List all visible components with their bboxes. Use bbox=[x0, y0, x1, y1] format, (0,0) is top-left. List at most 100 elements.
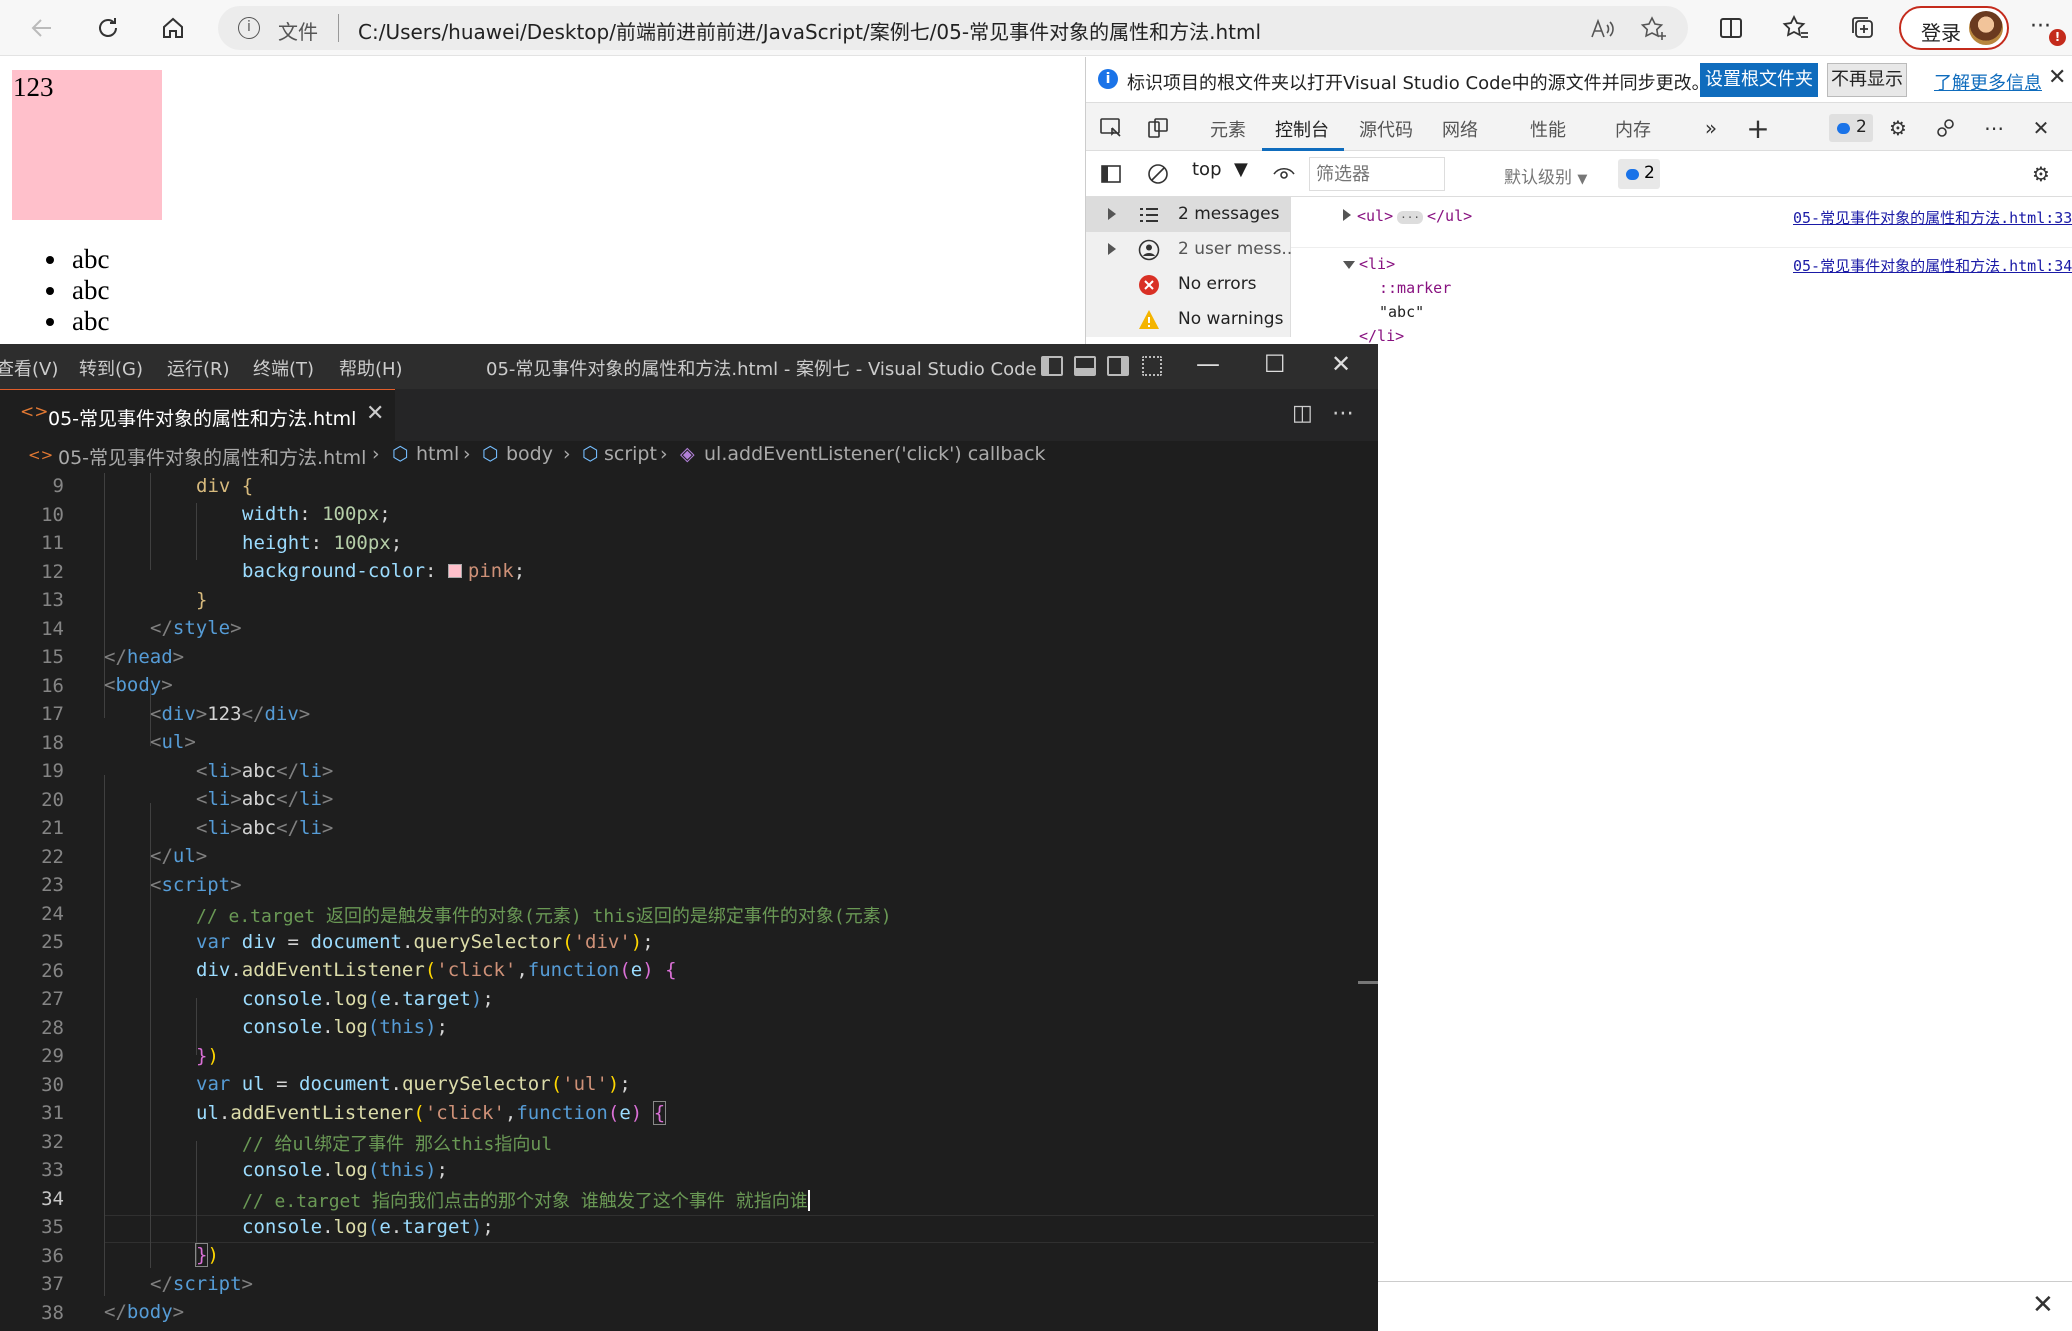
tab-performance[interactable]: 性能 bbox=[1530, 116, 1566, 142]
context-select[interactable]: top ▼ bbox=[1192, 159, 1258, 189]
minimize-icon[interactable]: — bbox=[1196, 350, 1220, 378]
filter-input[interactable] bbox=[1309, 157, 1445, 191]
favorite-add-icon[interactable] bbox=[1640, 15, 1668, 43]
tab-console[interactable]: 控制台 bbox=[1275, 116, 1329, 142]
editor-tab[interactable]: <> 05-常见事件对象的属性和方法.html ✕ bbox=[0, 389, 395, 441]
collapse-arrow-icon[interactable] bbox=[1343, 261, 1355, 269]
collections-icon[interactable] bbox=[1843, 8, 1883, 48]
more-options-icon[interactable]: ⋯ bbox=[1979, 113, 2009, 143]
expand-arrow-icon[interactable] bbox=[1108, 243, 1116, 255]
sidebar-item-warnings[interactable]: No warnings bbox=[1086, 302, 1291, 337]
sidebar-item-user-messages[interactable]: 2 user mess... bbox=[1086, 232, 1291, 267]
code-line: <li>abc</li> bbox=[196, 788, 334, 810]
tab-elements[interactable]: 元素 bbox=[1210, 116, 1246, 142]
scrollbar-indicator[interactable] bbox=[1358, 981, 1378, 984]
breadcrumb-html[interactable]: html bbox=[416, 443, 459, 465]
page-list[interactable]: abc abc abc bbox=[45, 244, 109, 337]
clear-console-icon[interactable] bbox=[1143, 159, 1173, 189]
url-text[interactable]: C:/Users/huawei/Desktop/前端前进前前进/JavaScri… bbox=[358, 16, 1261, 45]
token: height bbox=[242, 532, 311, 554]
login-button[interactable]: 登录 bbox=[1899, 6, 2009, 50]
token: li bbox=[299, 788, 322, 810]
close-icon[interactable]: ✕ bbox=[2048, 65, 2066, 90]
color-swatch[interactable] bbox=[447, 564, 462, 578]
toggle-sidebar-icon[interactable] bbox=[1041, 356, 1063, 376]
info-icon[interactable]: i bbox=[238, 17, 260, 39]
favorites-icon[interactable] bbox=[1776, 8, 1816, 48]
code-line: <li>abc</li> bbox=[196, 817, 334, 839]
sidebar-item-label: No errors bbox=[1178, 274, 1257, 294]
expand-arrow-icon[interactable] bbox=[1343, 209, 1351, 221]
customize-layout-icon[interactable] bbox=[1142, 356, 1162, 376]
messages-badge[interactable]: 2 bbox=[1618, 159, 1660, 189]
back-icon[interactable] bbox=[22, 8, 62, 48]
pink-div[interactable]: 123 bbox=[12, 70, 162, 220]
element-icon: ⬡ bbox=[392, 443, 409, 465]
sidebar-item-errors[interactable]: No errors bbox=[1086, 267, 1291, 302]
more-actions-icon[interactable]: ⋯ bbox=[1332, 401, 1354, 426]
close-devtools-icon[interactable]: ✕ bbox=[2026, 113, 2056, 143]
token: document bbox=[310, 931, 402, 953]
close-window-icon[interactable]: ✕ bbox=[1331, 350, 1351, 378]
tab-network[interactable]: 网络 bbox=[1442, 116, 1478, 142]
split-screen-icon[interactable] bbox=[1711, 8, 1751, 48]
menu-run[interactable]: 运行(R) bbox=[167, 355, 230, 381]
connect-icon[interactable] bbox=[1931, 113, 1961, 143]
refresh-icon[interactable] bbox=[88, 8, 128, 48]
log-tag-open: <ul> bbox=[1357, 207, 1394, 225]
add-tab-icon[interactable]: + bbox=[1743, 112, 1773, 145]
line-number: 26 bbox=[41, 959, 64, 982]
set-root-folder-button[interactable]: 设置根文件夹 bbox=[1700, 63, 1818, 97]
read-aloud-icon[interactable] bbox=[1588, 15, 1616, 43]
breadcrumb-callback[interactable]: ul.addEventListener('click') callback bbox=[704, 443, 1046, 465]
close-drawer-icon[interactable]: ✕ bbox=[2032, 1290, 2054, 1320]
maximize-icon[interactable]: ☐ bbox=[1264, 350, 1286, 378]
sidebar-toggle-icon[interactable] bbox=[1096, 159, 1126, 189]
menu-goto[interactable]: 转到(G) bbox=[79, 355, 143, 381]
issues-badge[interactable]: 2 bbox=[1829, 114, 1873, 142]
breadcrumb-script[interactable]: script bbox=[604, 443, 657, 465]
chevron-right-icon: › bbox=[463, 443, 471, 465]
settings-icon[interactable]: ⚙ bbox=[1883, 113, 1913, 143]
log-entry-li[interactable]: <li> bbox=[1343, 255, 1395, 273]
console-sidebar: 2 messages 2 user mess... No errors No w… bbox=[1086, 197, 1291, 337]
expand-arrow-icon[interactable] bbox=[1108, 208, 1116, 220]
live-expression-icon[interactable] bbox=[1269, 159, 1299, 189]
toggle-panel-icon[interactable] bbox=[1074, 356, 1096, 376]
sidebar-item-messages[interactable]: 2 messages bbox=[1086, 197, 1291, 232]
menu-view[interactable]: 查看(V) bbox=[0, 355, 58, 381]
console-settings-icon[interactable]: ⚙ bbox=[2026, 159, 2056, 189]
source-link[interactable]: 05-常见事件对象的属性和方法.html:34 bbox=[1793, 255, 2072, 276]
list-item[interactable]: abc bbox=[45, 306, 109, 337]
token: 123 bbox=[207, 703, 242, 725]
home-icon[interactable] bbox=[153, 8, 193, 48]
list-item[interactable]: abc bbox=[45, 275, 109, 306]
breadcrumb-body[interactable]: body bbox=[506, 443, 553, 465]
log-level-select[interactable]: 默认级别 ▼ bbox=[1504, 163, 1587, 188]
log-entry-ul[interactable]: <ul> ··· </ul> bbox=[1343, 207, 1472, 225]
menu-terminal[interactable]: 终端(T) bbox=[253, 355, 314, 381]
address-bar[interactable]: i 文件 C:/Users/huawei/Desktop/前端前进前前进/Jav… bbox=[218, 6, 1688, 50]
more-tabs-icon[interactable]: » bbox=[1696, 113, 1726, 143]
code-line: <script> bbox=[150, 874, 242, 896]
log-tag-close: </li> bbox=[1359, 327, 1405, 345]
menu-help[interactable]: 帮助(H) bbox=[339, 355, 403, 381]
more-icon[interactable]: ··· bbox=[2030, 14, 2051, 39]
dont-show-again-button[interactable]: 不再显示 bbox=[1827, 63, 1907, 97]
learn-more-link[interactable]: 了解更多信息 bbox=[1934, 69, 2042, 95]
source-link[interactable]: 05-常见事件对象的属性和方法.html:33 bbox=[1793, 207, 2072, 228]
tab-memory[interactable]: 内存 bbox=[1615, 116, 1651, 142]
list-item[interactable]: abc bbox=[45, 244, 109, 275]
code-editor[interactable]: 9 10 11 12 13 14 15 16 17 18 19 20 21 22 23 24 25 26 27 28 2… bbox=[0, 473, 1378, 1331]
token: ul bbox=[172, 845, 196, 867]
line-number: 23 bbox=[41, 874, 64, 896]
device-emulation-icon[interactable] bbox=[1143, 113, 1173, 143]
toggle-secondary-sidebar-icon[interactable] bbox=[1107, 356, 1129, 376]
ellipsis-icon[interactable]: ··· bbox=[1397, 211, 1423, 224]
breadcrumb-file[interactable]: 05-常见事件对象的属性和方法.html bbox=[58, 443, 366, 470]
tab-sources[interactable]: 源代码 bbox=[1359, 116, 1413, 142]
split-editor-icon[interactable]: ◫ bbox=[1292, 401, 1313, 426]
token: script bbox=[172, 1273, 242, 1295]
inspect-icon[interactable] bbox=[1096, 113, 1126, 143]
close-tab-icon[interactable]: ✕ bbox=[366, 401, 384, 426]
